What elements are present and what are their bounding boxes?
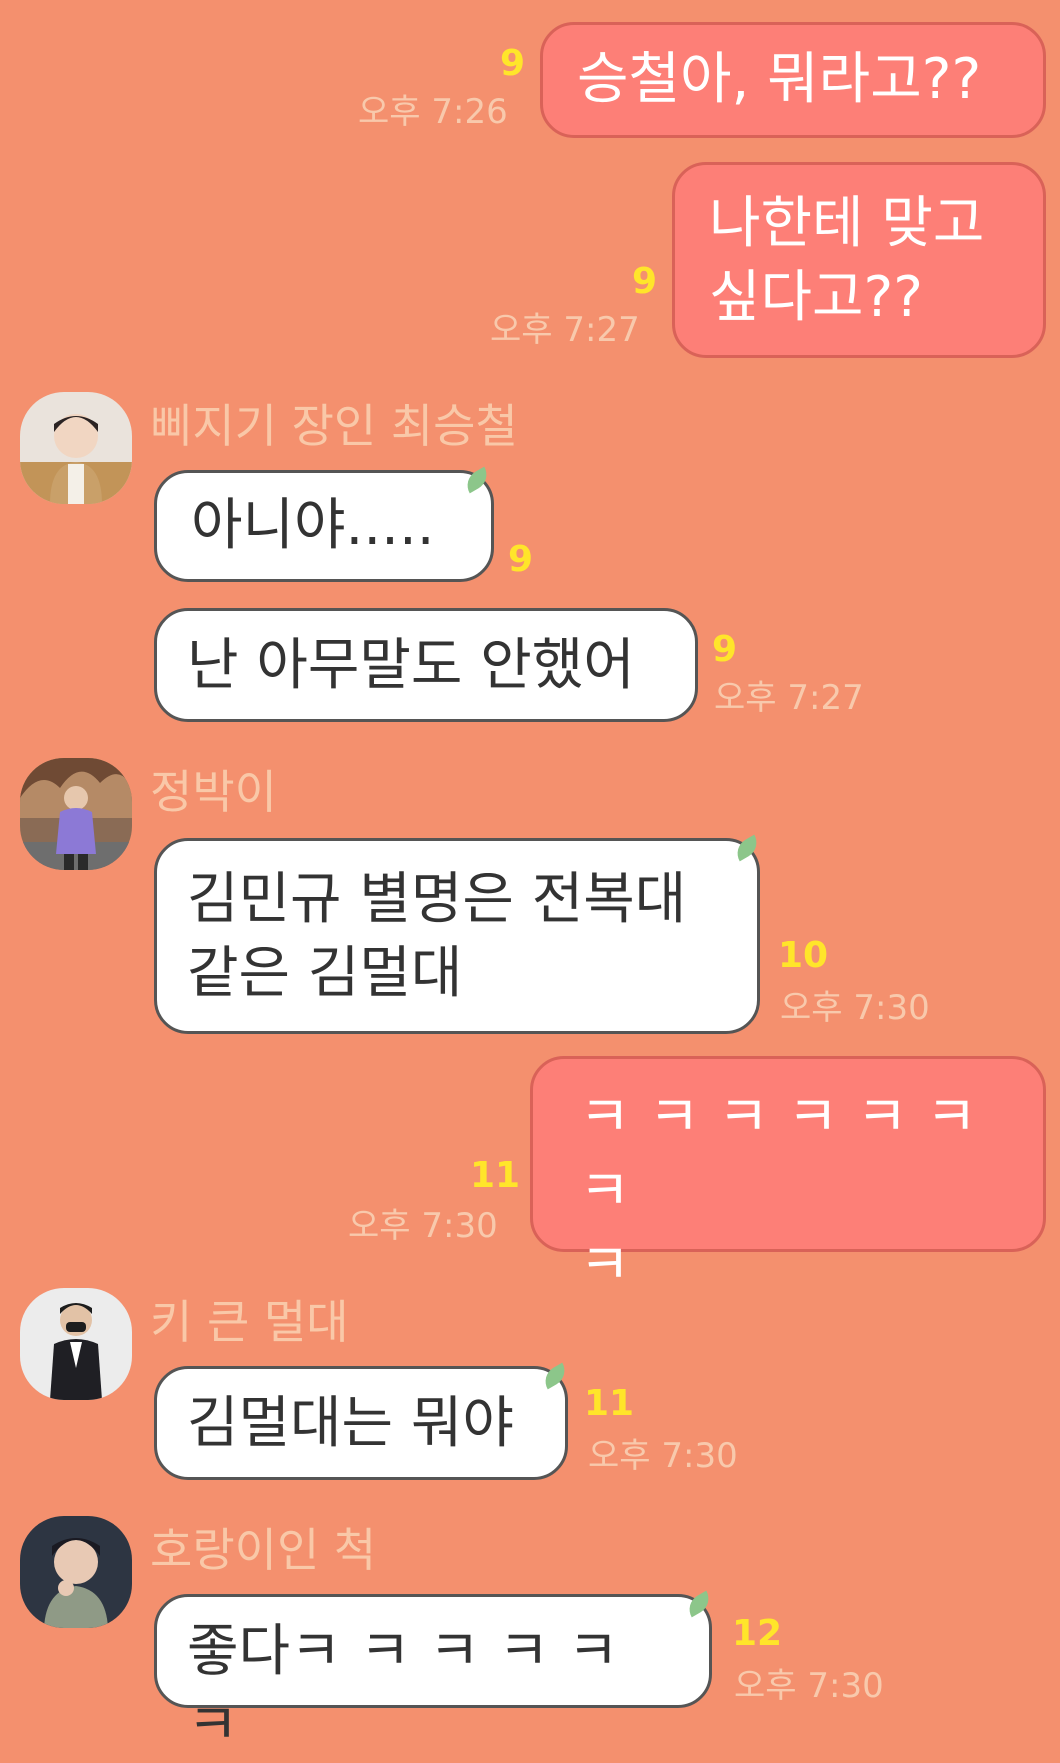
their-message-bubble[interactable]: 김멀대는 뭐야 [154, 1366, 568, 1480]
avatar-photo [20, 1516, 132, 1628]
their-message-bubble[interactable]: 좋다ㅋ ㅋ ㅋ ㅋ ㅋ ㅋ [154, 1594, 712, 1758]
avatar-photo [20, 758, 132, 870]
unread-count: 12 [732, 1613, 783, 1654]
message-timestamp: 오후 7:27 [490, 310, 640, 350]
unread-count: 9 [632, 261, 658, 302]
avatar-photo [20, 1288, 132, 1400]
unread-count: 11 [584, 1383, 635, 1424]
unread-count: 9 [500, 43, 526, 84]
sender-name: 정박이 [150, 765, 277, 819]
sender-name: 호랑이인 척 [150, 1523, 377, 1577]
my-message-bubble[interactable]: 승철아, 뭐라고?? [540, 22, 1046, 138]
sender-name: 삐지기 장인 최승철 [150, 399, 518, 453]
avatar[interactable] [20, 392, 132, 504]
unread-count: 10 [778, 935, 829, 976]
avatar-photo [20, 392, 132, 504]
avatar[interactable] [20, 758, 132, 870]
avatar[interactable] [20, 1288, 132, 1400]
message-timestamp: 오후 7:27 [714, 678, 864, 718]
their-message-bubble[interactable]: 난 아무말도 안했어 [154, 608, 698, 722]
sender-name: 키 큰 멀대 [150, 1295, 349, 1349]
message-timestamp: 오후 7:30 [780, 988, 930, 1028]
avatar[interactable] [20, 1516, 132, 1628]
unread-count: 11 [470, 1155, 521, 1196]
their-message-bubble[interactable]: 아니야..... [154, 470, 494, 582]
my-message-bubble[interactable]: 나한테 맞고 싶다고?? [672, 162, 1046, 358]
message-timestamp: 오후 7:30 [348, 1206, 498, 1246]
message-timestamp: 오후 7:30 [734, 1666, 884, 1706]
message-timestamp: 오후 7:30 [588, 1436, 738, 1476]
chat-area: 승철아, 뭐라고?? 9 오후 7:26 나한테 맞고 싶다고?? 9 오후 7… [0, 0, 1060, 1758]
message-timestamp: 오후 7:26 [358, 92, 508, 132]
unread-count: 9 [508, 539, 534, 580]
their-message-bubble[interactable]: 김민규 별명은 전복대 같은 김멀대 [154, 838, 760, 1034]
my-message-bubble[interactable]: ㅋ ㅋ ㅋ ㅋ ㅋ ㅋ ㅋ ㅋ [530, 1056, 1046, 1298]
unread-count: 9 [712, 629, 738, 670]
